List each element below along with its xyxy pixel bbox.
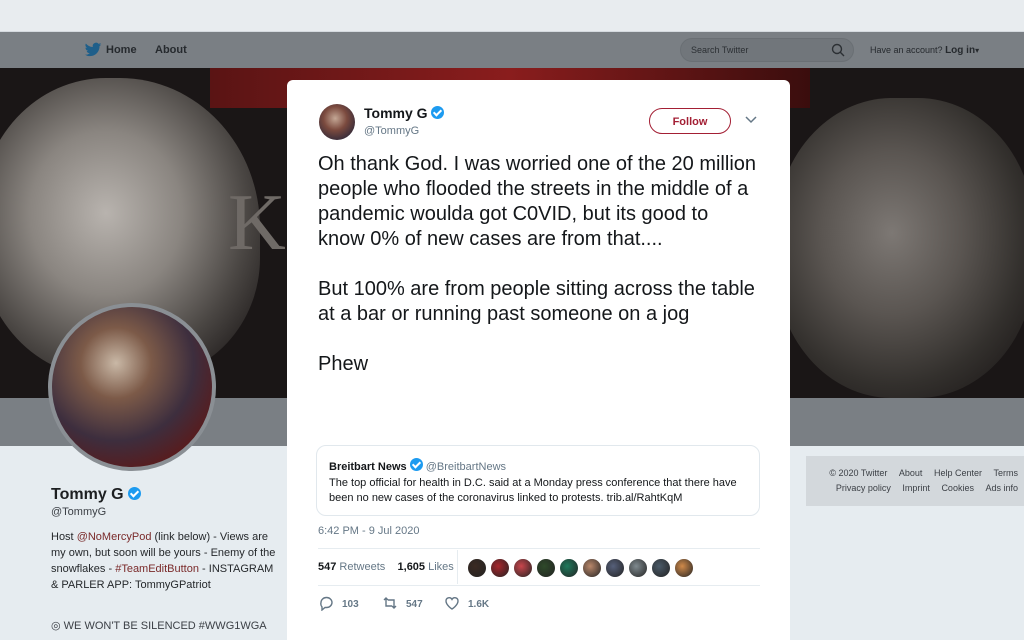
bio-mention-link[interactable]: @NoMercyPod (77, 531, 152, 543)
liker-avatar[interactable] (628, 558, 648, 578)
liker-avatar[interactable] (605, 558, 625, 578)
tweet-author-handle[interactable]: @TommyG (364, 125, 419, 137)
banner-letter: K (228, 179, 286, 267)
verified-badge-icon (128, 487, 142, 500)
tweet-author-name-text[interactable]: Tommy G (364, 105, 428, 121)
liker-avatar[interactable] (651, 558, 671, 578)
follow-button[interactable]: Follow (649, 108, 731, 134)
profile-name: Tommy G (51, 486, 142, 504)
liker-avatar[interactable] (536, 558, 556, 578)
reply-count: 103 (342, 599, 359, 610)
login-link[interactable]: Log in (945, 45, 975, 56)
footer-cookies-link[interactable]: Cookies (941, 483, 974, 493)
quoted-author-handle: @BreitbartNews (425, 461, 507, 473)
footer-links: © 2020 Twitter About Help Center Terms P… (806, 456, 1024, 506)
likes-stat[interactable]: 1,605 Likes (398, 561, 454, 573)
divider (318, 548, 760, 549)
heart-icon (445, 597, 459, 610)
search-input[interactable]: Search Twitter (680, 38, 854, 62)
footer-row-1: © 2020 Twitter About Help Center Terms (820, 468, 1018, 478)
search-icon[interactable] (831, 43, 845, 57)
tweet-timestamp[interactable]: 6:42 PM - 9 Jul 2020 (318, 525, 420, 537)
quoted-tweet[interactable]: Breitbart News @BreitbartNews The top of… (316, 445, 760, 516)
twitter-bird-icon[interactable] (84, 42, 102, 58)
quoted-tweet-text: The top official for health in D.C. said… (329, 477, 737, 504)
profile-location: ◎ WE WON'T BE SILENCED #WWG1WGA (51, 619, 267, 632)
footer-copyright: © 2020 Twitter (829, 468, 888, 478)
browser-top-bar (0, 0, 1024, 32)
retweet-icon (383, 597, 397, 609)
profile-bio: Host @NoMercyPod (link below) - Views ar… (51, 529, 281, 593)
login-prompt: Have an account? Log in▾ (870, 32, 979, 69)
footer-about-link[interactable]: About (899, 468, 923, 478)
stats-separator (457, 550, 458, 584)
top-navigation: Home About Search Twitter Have an accoun… (0, 32, 1024, 68)
divider (318, 585, 760, 586)
quoted-author-name: Breitbart News (329, 461, 407, 473)
have-account-text: Have an account? (870, 45, 943, 55)
retweet-count: 547 (406, 599, 423, 610)
footer-help-link[interactable]: Help Center (934, 468, 982, 478)
bio-host: Host (51, 531, 77, 543)
retweets-stat[interactable]: 547 Retweets (318, 561, 385, 573)
liker-avatar[interactable] (582, 558, 602, 578)
profile-handle: @TommyG (51, 506, 107, 518)
nav-about[interactable]: About (155, 32, 187, 68)
footer-privacy-link[interactable]: Privacy policy (836, 483, 891, 493)
like-count: 1.6K (468, 599, 490, 610)
liker-avatar[interactable] (559, 558, 579, 578)
search-placeholder: Search Twitter (691, 45, 749, 55)
tweet-text: Oh thank God. I was worried one of the 2… (318, 153, 757, 375)
liker-avatar[interactable] (513, 558, 533, 578)
liker-avatar[interactable] (490, 558, 510, 578)
reply-button[interactable]: 103 (318, 595, 359, 613)
tweet-author-avatar[interactable] (319, 104, 355, 140)
location-text: WE WON'T BE SILENCED #WWG1WGA (63, 620, 267, 632)
footer-row-2: Privacy policy Imprint Cookies Ads info (827, 483, 1018, 493)
nav-home[interactable]: Home (106, 32, 137, 68)
bio-hashtag-link[interactable]: #TeamEditButton (115, 563, 199, 575)
footer-imprint-link[interactable]: Imprint (902, 483, 930, 493)
banner-right-portrait (775, 98, 1024, 398)
retweet-button[interactable]: 547 (382, 595, 423, 613)
quoted-author: Breitbart News @BreitbartNews (329, 458, 506, 473)
tweet-author-name: Tommy G (364, 105, 445, 121)
profile-avatar[interactable] (48, 303, 216, 471)
liker-avatar[interactable] (467, 558, 487, 578)
tweet-stats: 547 Retweets 1,605 Likes (318, 550, 454, 584)
verified-badge-icon (409, 458, 423, 471)
tweet-modal: Tommy G @TommyG Follow Oh thank God. I w… (287, 80, 790, 640)
profile-name-text[interactable]: Tommy G (51, 486, 124, 503)
liker-avatar[interactable] (674, 558, 694, 578)
footer-terms-link[interactable]: Terms (994, 468, 1019, 478)
location-pin-icon: ◎ (51, 620, 61, 632)
reply-icon (320, 596, 333, 612)
footer-ads-link[interactable]: Ads info (985, 483, 1018, 493)
verified-badge-icon (431, 106, 445, 119)
like-button[interactable]: 1.6K (444, 595, 489, 613)
chevron-down-icon[interactable] (745, 116, 757, 124)
chevron-down-icon: ▾ (975, 46, 980, 55)
